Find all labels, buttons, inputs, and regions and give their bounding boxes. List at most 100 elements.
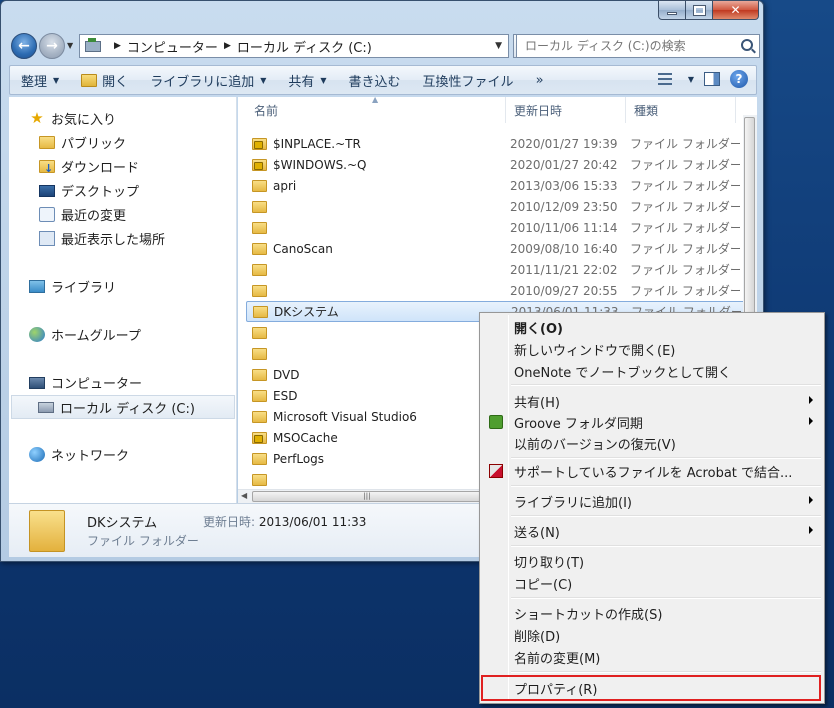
column-type[interactable]: 種類: [626, 97, 736, 123]
search-icon[interactable]: [741, 39, 753, 51]
share-label: 共有: [288, 74, 315, 90]
folder-icon: [252, 473, 267, 486]
file-name-cell: [246, 263, 510, 276]
menu-open-label: 開く(O): [514, 321, 563, 337]
file-name: MSOCache: [273, 430, 338, 445]
menu-cut[interactable]: 切り取り(T): [483, 550, 821, 572]
menu-onenote[interactable]: OneNote でノートブックとして開く: [483, 360, 821, 382]
chevron-down-icon: ▼: [260, 75, 267, 85]
menu-open[interactable]: 開く(O): [483, 316, 821, 338]
nav-computer[interactable]: コンピューター: [29, 373, 142, 392]
drive-icon: [38, 401, 54, 413]
column-date[interactable]: 更新日時: [506, 97, 626, 123]
file-row[interactable]: 2010/09/27 20:55 ファイル フォルダー: [246, 280, 752, 301]
chevron-right-icon[interactable]: ▶: [114, 41, 121, 51]
command-bar: 整理 ▼ 開く ライブラリに追加 ▼ 共有 ▼ 書き込む 互換性ファイル » ▼…: [9, 65, 757, 95]
file-row[interactable]: 2010/11/06 11:14 ファイル フォルダー: [246, 217, 752, 238]
compat-files-button[interactable]: 互換性ファイル: [412, 66, 525, 94]
address-dropdown-icon[interactable]: ▼: [495, 41, 502, 51]
file-row[interactable]: apri 2013/03/06 15:33 ファイル フォルダー: [246, 175, 752, 196]
organize-button[interactable]: 整理 ▼: [10, 66, 70, 94]
breadcrumb-computer[interactable]: コンピューター: [127, 37, 218, 56]
nav-local-disk[interactable]: ローカル ディスク (C:): [11, 395, 235, 419]
menu-send-to[interactable]: 送る(N): [483, 520, 821, 542]
caption-buttons: ✕: [658, 0, 759, 20]
acrobat-icon: [489, 464, 503, 478]
menu-delete-label: 削除(D): [514, 629, 561, 645]
menu-restore-previous[interactable]: 以前のバージョンの復元(V): [483, 432, 821, 454]
menu-acrobat-combine[interactable]: サポートしているファイルを Acrobat で結合...: [483, 460, 821, 482]
search-box[interactable]: [516, 34, 760, 58]
maximize-button[interactable]: [686, 0, 713, 20]
nav-desktop[interactable]: デスクトップ: [39, 181, 139, 200]
menu-groove-label: Groove フォルダ同期: [514, 416, 643, 432]
chevron-down-icon[interactable]: ▼: [688, 75, 694, 84]
nav-libraries[interactable]: ライブラリ: [29, 277, 116, 296]
chevron-down-icon: ▼: [320, 75, 327, 85]
file-row[interactable]: $WINDOWS.~Q 2020/01/27 20:42 ファイル フォルダー: [246, 154, 752, 175]
view-options-icon[interactable]: [657, 73, 672, 85]
file-type: ファイル フォルダー: [630, 221, 740, 235]
burn-button[interactable]: 書き込む: [338, 66, 412, 94]
address-bar[interactable]: ▶ コンピューター ▶ ローカル ディスク (C:) ▼: [79, 34, 509, 58]
menu-add-to-library[interactable]: ライブラリに追加(I): [483, 490, 821, 512]
help-icon[interactable]: ?: [730, 70, 748, 88]
vertical-scroll-thumb[interactable]: [744, 117, 755, 317]
menu-send-to-label: 送る(N): [514, 525, 560, 541]
file-type: ファイル フォルダー: [630, 263, 740, 277]
share-button[interactable]: 共有 ▼: [277, 66, 337, 94]
menu-create-shortcut[interactable]: ショートカットの作成(S): [483, 602, 821, 624]
close-icon: ✕: [730, 3, 741, 17]
minimize-button[interactable]: [658, 0, 686, 20]
menu-rename[interactable]: 名前の変更(M): [483, 646, 821, 668]
file-name-cell: apri: [246, 179, 510, 193]
add-to-library-button[interactable]: ライブラリに追加 ▼: [139, 66, 277, 94]
menu-acrobat-label: サポートしているファイルを Acrobat で結合...: [514, 465, 793, 481]
file-row[interactable]: $INPLACE.~TR 2020/01/27 19:39 ファイル フォルダー: [246, 133, 752, 154]
menu-share[interactable]: 共有(H): [483, 390, 821, 412]
file-type: ファイル フォルダー: [630, 200, 740, 214]
back-button[interactable]: ←: [11, 33, 37, 59]
nav-favorites[interactable]: ★ お気に入り: [29, 109, 116, 129]
menu-open-new-window[interactable]: 新しいウィンドウで開く(E): [483, 338, 821, 360]
preview-pane-icon[interactable]: [704, 72, 720, 86]
chevron-right-icon[interactable]: ▶: [224, 41, 231, 51]
file-name-cell: [246, 284, 510, 297]
menu-separator: [511, 384, 821, 386]
folder-icon: [252, 368, 267, 381]
column-name[interactable]: ▲ 名前: [238, 97, 506, 123]
close-button[interactable]: ✕: [713, 0, 759, 20]
search-input[interactable]: [525, 39, 725, 53]
menu-new-window-label: 新しいウィンドウで開く(E): [514, 343, 676, 359]
nav-public[interactable]: パブリック: [39, 133, 126, 152]
folder-icon: [252, 221, 267, 234]
menu-copy[interactable]: コピー(C): [483, 572, 821, 594]
nav-recent-changes[interactable]: 最近の変更: [39, 205, 126, 224]
libraries-icon: [29, 280, 45, 293]
nav-homegroup[interactable]: ホームグループ: [29, 325, 141, 344]
file-row[interactable]: CanoScan 2009/08/10 16:40 ファイル フォルダー: [246, 238, 752, 259]
file-date: 2011/11/21 22:02: [510, 262, 618, 277]
details-date-value: 2013/06/01 11:33: [258, 515, 367, 529]
minimize-icon: [667, 11, 677, 15]
forward-button[interactable]: →: [39, 33, 65, 59]
folder-open-icon: [81, 73, 98, 87]
column-date-label: 更新日時: [514, 103, 563, 118]
nav-network[interactable]: ネットワーク: [29, 445, 129, 464]
submenu-arrow-icon: [809, 417, 813, 425]
breadcrumb-local-disk[interactable]: ローカル ディスク (C:): [237, 37, 372, 56]
nav-recent-places[interactable]: 最近表示した場所: [39, 229, 165, 248]
more-commands-button[interactable]: »: [525, 66, 555, 94]
open-button[interactable]: 開く: [70, 66, 139, 94]
nav-downloads[interactable]: ダウンロード: [39, 157, 139, 176]
menu-delete[interactable]: 削除(D): [483, 624, 821, 646]
recent-pages-dropdown[interactable]: ▼: [67, 41, 73, 50]
scroll-left-icon[interactable]: ◀: [241, 491, 247, 500]
file-name-cell: PerfLogs: [246, 452, 510, 466]
file-row[interactable]: 2010/12/09 23:50 ファイル フォルダー: [246, 196, 752, 217]
horizontal-scroll-thumb[interactable]: |||: [252, 491, 482, 502]
file-type: ファイル フォルダー: [630, 284, 740, 298]
menu-groove[interactable]: Groove フォルダ同期: [483, 411, 821, 433]
file-row[interactable]: 2011/11/21 22:02 ファイル フォルダー: [246, 259, 752, 280]
menu-separator: [511, 485, 821, 487]
